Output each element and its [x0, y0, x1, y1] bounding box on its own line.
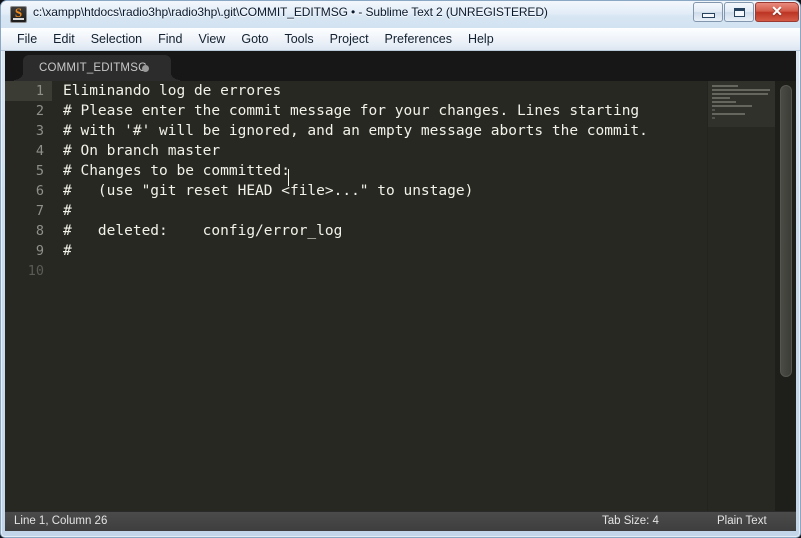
menu-item-edit[interactable]: Edit — [45, 30, 83, 48]
window-title: c:\xampp\htdocs\radio3hp\radio3hp\.git\C… — [33, 5, 548, 19]
menu-item-find[interactable]: Find — [150, 30, 190, 48]
cursor-position-status: Line 1, Column 26 — [14, 515, 108, 527]
line-number: 10 — [27, 263, 44, 279]
line-text: # — [63, 203, 72, 219]
code-line[interactable]: 9 # — [5, 241, 796, 261]
menu-item-preferences[interactable]: Preferences — [377, 30, 460, 48]
line-text: # deleted: config/error_log — [63, 223, 343, 239]
code-line[interactable]: 10 — [5, 261, 796, 281]
tab-bar: COMMIT_EDITMSG — [5, 51, 796, 81]
line-number: 3 — [35, 123, 44, 139]
menu-item-tools[interactable]: Tools — [276, 30, 321, 48]
menu-item-file[interactable]: File — [9, 30, 45, 48]
menu-item-help[interactable]: Help — [460, 30, 502, 48]
window-resize-grip[interactable] — [786, 524, 798, 536]
maximize-icon — [725, 3, 753, 21]
line-text: # Changes to be committed: — [63, 163, 290, 179]
sublime-text-body: COMMIT_EDITMSG 1 Eliminando log de error… — [5, 51, 796, 531]
close-button[interactable]: ✕ — [755, 2, 799, 22]
line-text: Eliminando log de errores — [63, 83, 282, 99]
line-number: 1 — [5, 81, 52, 101]
sublime-text-app-icon: S — [10, 5, 27, 23]
title-bar[interactable]: S c:\xampp\htdocs\radio3hp\radio3hp\.git… — [1, 1, 800, 28]
line-number: 8 — [35, 223, 44, 239]
line-text: # Please enter the commit message for yo… — [63, 103, 640, 119]
minimap[interactable] — [707, 81, 775, 531]
vertical-scrollbar-thumb[interactable] — [780, 85, 792, 377]
menu-item-view[interactable]: View — [190, 30, 233, 48]
code-line[interactable]: 7 # — [5, 201, 796, 221]
code-line[interactable]: 3 # with '#' will be ignored, and an emp… — [5, 121, 796, 141]
line-number: 2 — [35, 103, 44, 119]
line-text: # — [63, 243, 72, 259]
menu-item-goto[interactable]: Goto — [233, 30, 276, 48]
code-line[interactable]: 4 # On branch master — [5, 141, 796, 161]
code-line[interactable]: 5 # Changes to be committed: — [5, 161, 796, 181]
tab-unsaved-indicator-icon[interactable] — [142, 65, 149, 72]
line-number: 5 — [35, 163, 44, 179]
code-line[interactable]: 6 # (use "git reset HEAD <file>..." to u… — [5, 181, 796, 201]
minimize-button[interactable] — [693, 2, 723, 22]
application-window: S c:\xampp\htdocs\radio3hp\radio3hp\.git… — [0, 0, 801, 538]
line-number: 6 — [35, 183, 44, 199]
menu-item-project[interactable]: Project — [322, 30, 377, 48]
line-number: 9 — [35, 243, 44, 259]
code-surface[interactable]: 1 Eliminando log de errores 2 # Please e… — [5, 81, 796, 531]
maximize-button[interactable] — [724, 2, 754, 22]
syntax-mode-status[interactable]: Plain Text — [717, 515, 767, 527]
line-number: 4 — [35, 143, 44, 159]
line-text: # with '#' will be ignored, and an empty… — [63, 123, 648, 139]
tab-label: COMMIT_EDITMSG — [39, 62, 148, 74]
menu-item-selection[interactable]: Selection — [83, 30, 150, 48]
vertical-scrollbar-track[interactable] — [775, 81, 796, 531]
minimize-icon — [694, 3, 722, 21]
tab-size-status[interactable]: Tab Size: 4 — [602, 515, 659, 527]
line-text: # On branch master — [63, 143, 221, 159]
line-number: 7 — [35, 203, 44, 219]
code-line[interactable]: 1 Eliminando log de errores — [5, 81, 796, 101]
line-text: # (use "git reset HEAD <file>..." to uns… — [63, 183, 474, 199]
status-bar: Line 1, Column 26 Tab Size: 4 Plain Text — [5, 511, 796, 531]
code-line[interactable]: 2 # Please enter the commit message for … — [5, 101, 796, 121]
close-icon: ✕ — [771, 4, 783, 20]
menu-bar: File Edit Selection Find View Goto Tools… — [1, 28, 800, 51]
tab-commit-editmsg[interactable]: COMMIT_EDITMSG — [14, 55, 180, 81]
minimap-viewport[interactable] — [708, 81, 775, 127]
text-caret — [288, 169, 289, 186]
code-line[interactable]: 8 # deleted: config/error_log — [5, 221, 796, 241]
app-icon-bar — [13, 18, 24, 20]
code-editor[interactable]: 1 Eliminando log de errores 2 # Please e… — [5, 81, 796, 531]
